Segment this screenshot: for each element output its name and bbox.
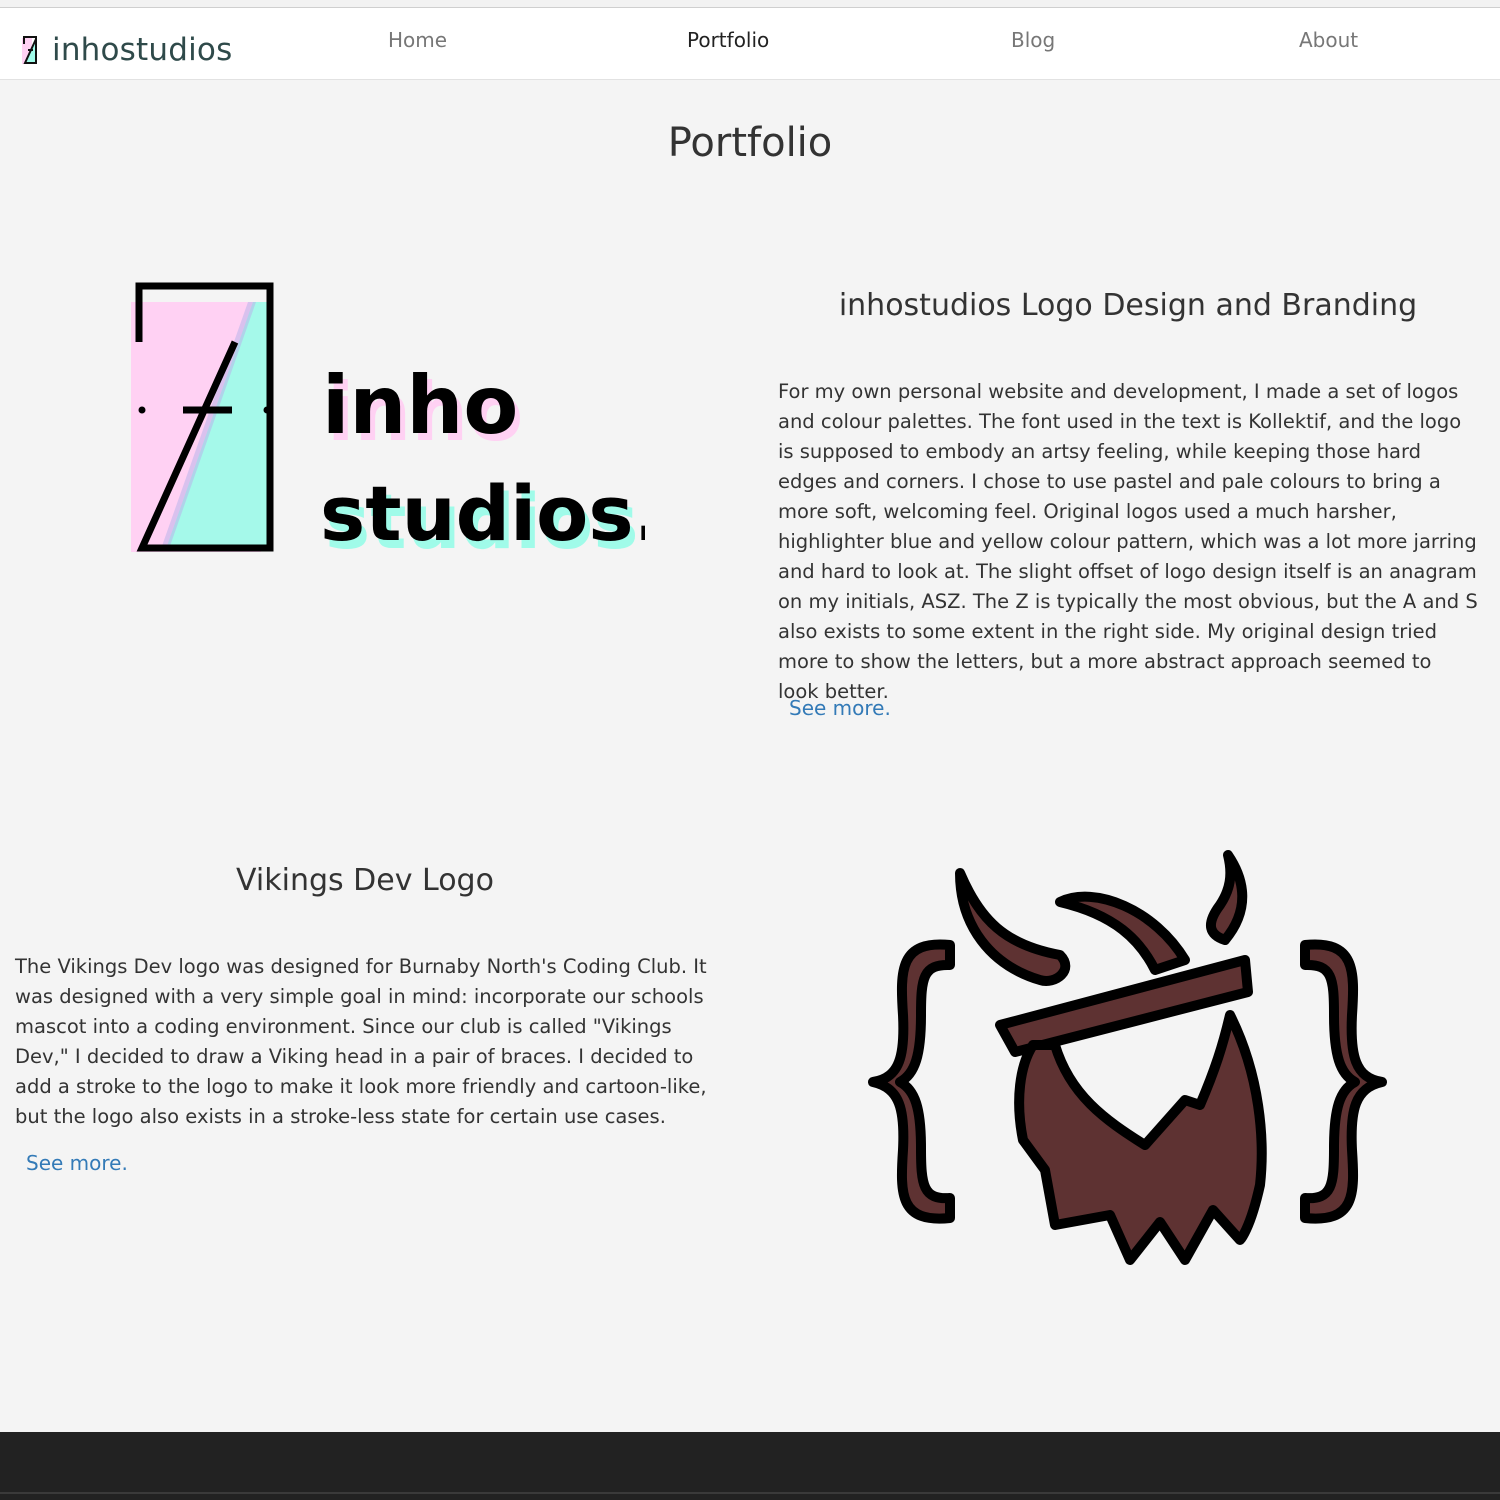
brand-link[interactable]: inhostudios (22, 30, 232, 70)
see-more-link-vikings[interactable]: See more. (26, 1151, 128, 1175)
footer (0, 1432, 1500, 1500)
project-title-vikings: Vikings Dev Logo (236, 863, 494, 898)
logo-text-1: inho (322, 359, 518, 452)
nav-home[interactable]: Home (388, 28, 447, 52)
nav-blog[interactable]: Blog (1011, 28, 1055, 52)
vikings-dev-logo-image (868, 850, 1387, 1265)
brand-name: inhostudios (52, 32, 233, 68)
navbar: inhostudios Home Portfolio Blog About (0, 8, 1500, 80)
nav-about[interactable]: About (1299, 28, 1358, 52)
brand-logo-icon (22, 36, 37, 64)
logo-text-2: studios. (320, 469, 645, 558)
see-more-link-inhostudios[interactable]: See more. (789, 696, 891, 720)
project-title-inhostudios: inhostudios Logo Design and Branding (838, 288, 1418, 323)
browser-top-edge (0, 0, 1500, 8)
project-description-vikings: The Vikings Dev logo was designed for Bu… (15, 955, 707, 1128)
project-description-inhostudios: For my own personal website and developm… (778, 380, 1478, 703)
nav-portfolio[interactable]: Portfolio (687, 28, 769, 52)
page-title: Portfolio (667, 120, 833, 166)
inhostudios-logo-image: inho inho studios. studios. (131, 282, 645, 563)
footer-bottom-edge (0, 1492, 1500, 1494)
